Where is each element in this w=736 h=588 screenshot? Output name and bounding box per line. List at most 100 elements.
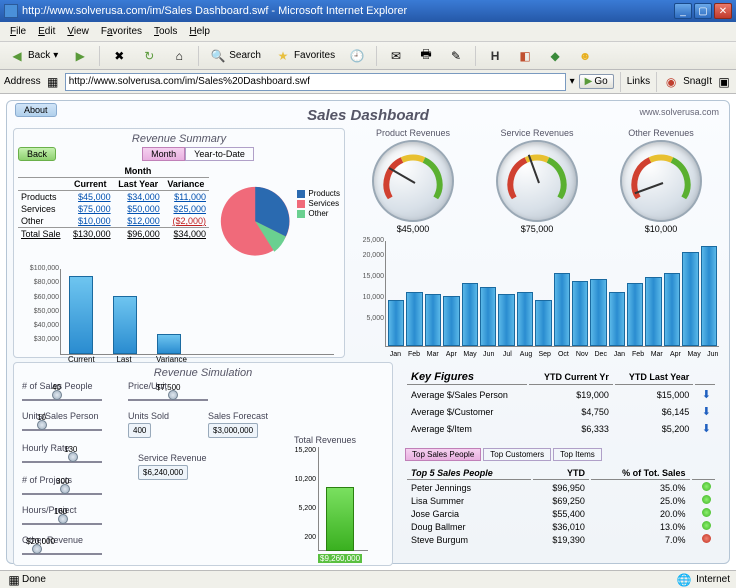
th-ytd-cur: YTD Current Yr xyxy=(529,370,613,385)
home-button[interactable]: ⌂ xyxy=(166,45,192,67)
label-srev: Service Revenue xyxy=(138,453,207,463)
slider-upp[interactable]: 10 xyxy=(22,425,102,435)
slider-nproj[interactable]: 300 xyxy=(22,489,102,499)
back-button-panel[interactable]: Back xyxy=(18,147,56,161)
back-button[interactable]: ◀Back ▾ xyxy=(4,45,63,67)
ext-icon: ◧ xyxy=(517,48,533,64)
menu-tools[interactable]: Tools xyxy=(148,24,183,39)
th-ytd-last: YTD Last Year xyxy=(615,370,693,385)
back-icon: ◀ xyxy=(9,48,25,64)
menu-bar: File Edit View Favorites Tools Help xyxy=(0,22,736,42)
slider-nsales[interactable]: 40 xyxy=(22,395,102,405)
address-input[interactable] xyxy=(65,73,566,91)
label-usold: Units Sold xyxy=(128,411,169,421)
bar-current xyxy=(69,276,93,354)
tab-top-customers[interactable]: Top Customers xyxy=(483,448,551,461)
menu-file[interactable]: File xyxy=(4,24,32,39)
ie-icon xyxy=(4,4,18,18)
gauge-dial xyxy=(620,140,702,222)
status-dot-red xyxy=(702,534,711,543)
messenger-icon: ☻ xyxy=(577,48,593,64)
month-bar xyxy=(590,279,606,346)
address-bar: Address ▦ ▾ ▶Go Links ◉ SnagIt ▣ xyxy=(0,70,736,94)
th-pct: % of Tot. Sales xyxy=(591,467,690,480)
y-axis-labels: $100,000$80,000$60,000$50,000$40,000$30,… xyxy=(19,265,59,351)
slider-priceunit[interactable]: $7,500 xyxy=(128,395,208,405)
search-button[interactable]: 🔍Search xyxy=(205,45,266,67)
slider-hourly[interactable]: 130 xyxy=(22,457,102,467)
menu-edit[interactable]: Edit xyxy=(32,24,61,39)
table-row-total: Total Sale$130,000$96,000$34,000 xyxy=(18,228,209,241)
y-axis-labels: 25,00020,00015,00010,0005,000 xyxy=(352,237,384,335)
key-figures-panel: Key FiguresYTD Current YrYTD Last Year A… xyxy=(399,362,723,566)
separator xyxy=(656,72,657,92)
tab-top-items[interactable]: Top Items xyxy=(553,448,602,461)
address-dropdown[interactable]: ▾ xyxy=(570,76,575,87)
close-button[interactable]: ✕ xyxy=(714,3,732,19)
ext1-button[interactable]: H xyxy=(482,45,508,67)
print-button[interactable]: 🖶 xyxy=(413,45,439,67)
month-bar xyxy=(498,294,514,346)
status-dot-green xyxy=(702,482,711,491)
total-revenue-bar xyxy=(326,487,354,551)
menu-favorites[interactable]: Favorites xyxy=(95,24,148,39)
edit-button[interactable]: ✎ xyxy=(443,45,469,67)
maximize-button[interactable]: ▢ xyxy=(694,3,712,19)
table-row: Products$45,000$34,000$11,000 xyxy=(18,191,209,204)
total-y-axis: 15,20010,2005,200200 xyxy=(286,447,316,541)
ext2-button[interactable]: ◧ xyxy=(512,45,538,67)
favorites-button[interactable]: ★Favorites xyxy=(270,45,340,67)
mail-button[interactable]: ✉ xyxy=(383,45,409,67)
revenue-table: Month Current Last Year Variance Product… xyxy=(18,165,209,240)
table-row: Average $/Sales Person$19,000$15,000⬇ xyxy=(407,387,715,402)
ext3-button[interactable]: ◆ xyxy=(542,45,568,67)
month-bar xyxy=(425,294,441,346)
tab-top-sales-people[interactable]: Top Sales People xyxy=(405,448,481,461)
status-dot-green xyxy=(702,495,711,504)
go-button[interactable]: ▶Go xyxy=(579,74,614,89)
gauge-dial xyxy=(372,140,454,222)
minimize-button[interactable]: _ xyxy=(674,3,692,19)
edit-icon: ✎ xyxy=(448,48,464,64)
gauge-service: Service Revenues $75,000 xyxy=(485,128,589,237)
go-icon: ▶ xyxy=(585,76,593,87)
gauge-dial xyxy=(496,140,578,222)
month-bar xyxy=(664,273,680,346)
links-label[interactable]: Links xyxy=(627,76,650,87)
stop-button[interactable]: ✖ xyxy=(106,45,132,67)
th-lastyear: Last Year xyxy=(114,178,163,191)
month-bar xyxy=(701,246,717,346)
menu-help[interactable]: Help xyxy=(183,24,216,39)
stop-icon: ✖ xyxy=(111,48,127,64)
month-bar xyxy=(554,273,570,346)
dashboard-panel: About Sales Dashboard www.solverusa.com … xyxy=(6,100,730,564)
month-bar xyxy=(627,283,643,346)
arrow-down-icon: ⬇ xyxy=(702,389,711,401)
gauge-value: $10,000 xyxy=(609,224,713,234)
table-row: Average $/Customer$4,750$6,145⬇ xyxy=(407,404,715,419)
separator xyxy=(376,46,377,66)
status-bar: ▦ Done 🌐 Internet xyxy=(0,570,736,588)
legend-swatch xyxy=(297,190,305,198)
gauge-value: $45,000 xyxy=(361,224,465,234)
about-tab[interactable]: About xyxy=(15,103,57,117)
refresh-button[interactable]: ↻ xyxy=(136,45,162,67)
slider-hpp[interactable]: 160 xyxy=(22,519,102,529)
snagit-label[interactable]: SnagIt xyxy=(683,76,712,87)
menu-view[interactable]: View xyxy=(61,24,95,39)
tab-ytd[interactable]: Year-to-Date xyxy=(185,147,254,161)
ext4-button[interactable]: ☻ xyxy=(572,45,598,67)
forward-button[interactable]: ▶ xyxy=(67,45,93,67)
output-srev: $6,240,000 xyxy=(138,465,188,480)
ext-icon: H xyxy=(487,48,503,64)
history-button[interactable]: 🕘 xyxy=(344,45,370,67)
th-ytd: YTD xyxy=(533,467,589,480)
label-total: Total Revenues xyxy=(294,435,356,445)
table-row: Lisa Summer$69,25025.0% xyxy=(407,495,715,506)
month-bar xyxy=(645,277,661,346)
slider-orev[interactable]: $20,000 xyxy=(22,549,102,559)
content-area: About Sales Dashboard www.solverusa.com … xyxy=(0,94,736,570)
table-row: Steve Burgum$19,3907.0% xyxy=(407,534,715,545)
tab-month[interactable]: Month xyxy=(142,147,185,161)
snagit-window-icon[interactable]: ▣ xyxy=(716,74,732,90)
